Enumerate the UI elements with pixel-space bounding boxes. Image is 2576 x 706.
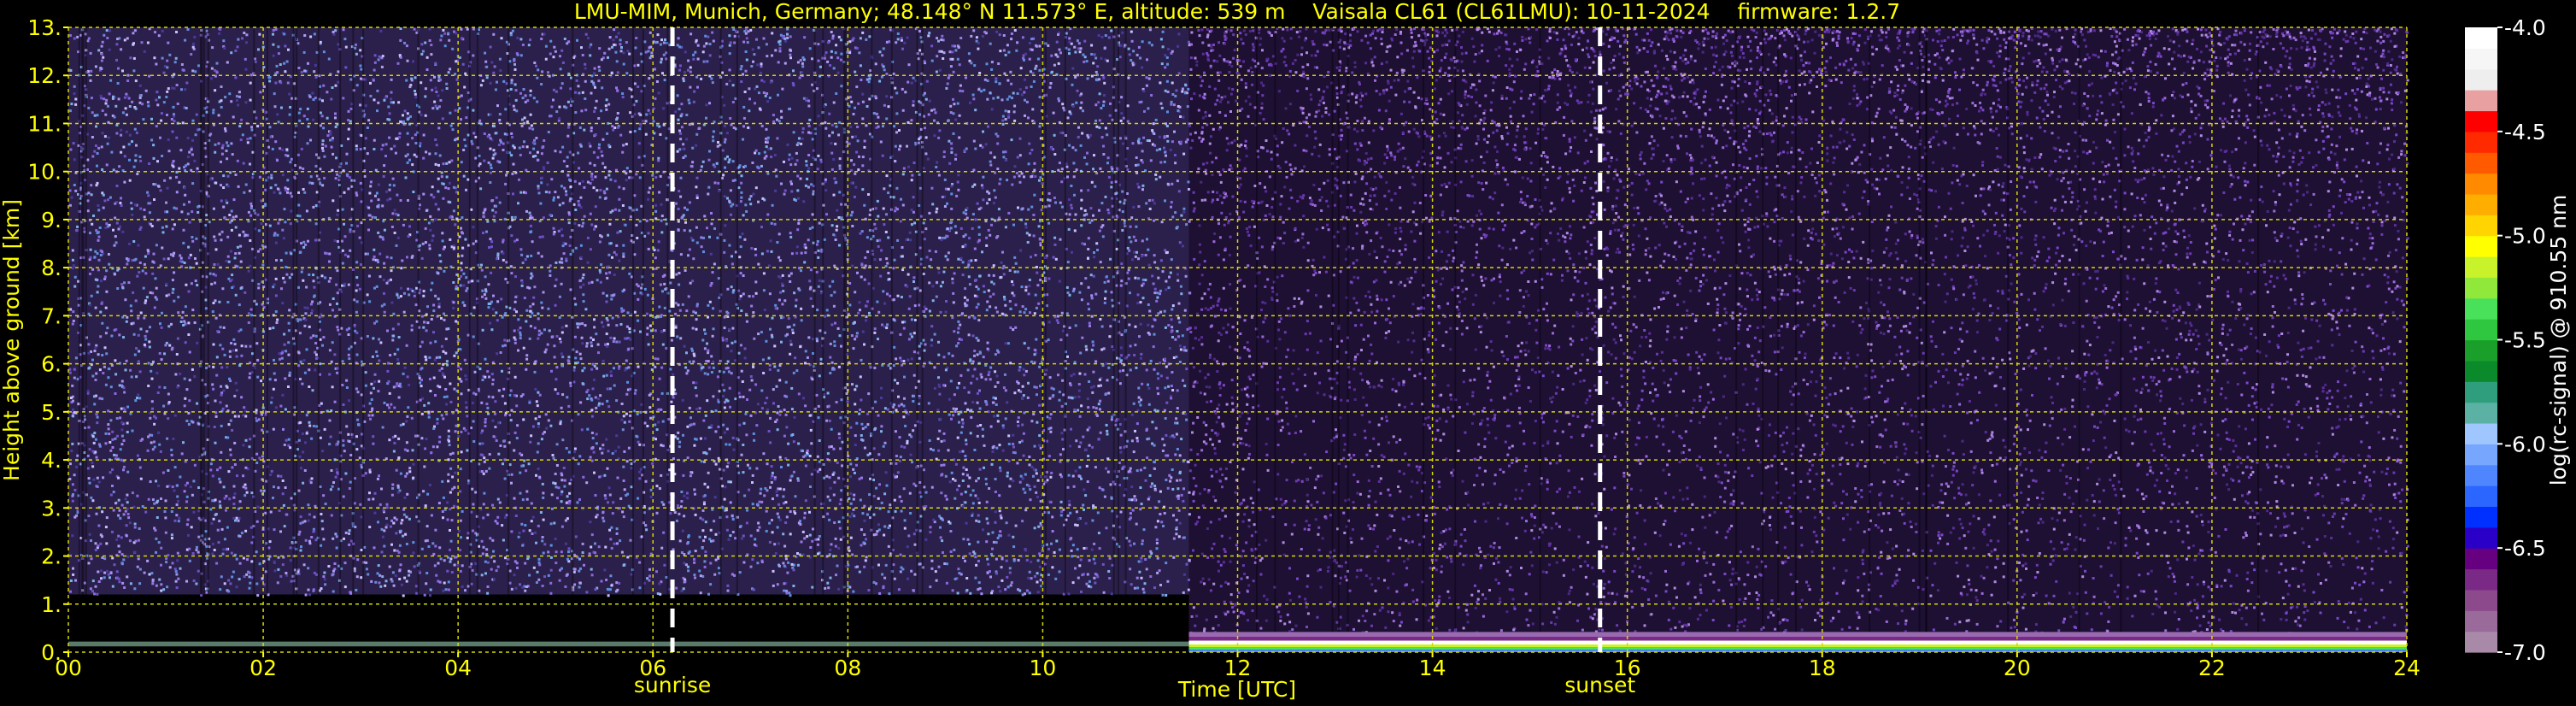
colorbar-segment: [2465, 173, 2497, 195]
colorbar-segment: [2465, 215, 2497, 237]
colorbar-segment: [2465, 48, 2497, 70]
colorbar-segment: [2465, 548, 2497, 570]
y-tick-label: 6.: [41, 352, 62, 377]
layer-stripe: [1188, 644, 2407, 648]
colorbar-segment: [2465, 152, 2497, 174]
colorbar-tick-label: -5.5: [2504, 328, 2546, 353]
y-tick-label: 11.: [27, 111, 62, 136]
colorbar-segment: [2465, 297, 2497, 320]
colorbar-label: log(rc-signal) @ 910.55 nm: [2546, 195, 2571, 486]
y-tick-label: 1.: [41, 592, 62, 617]
y-tick-label: 13.: [27, 15, 62, 40]
y-tick-label: 8.: [41, 256, 62, 280]
chart-title: LMU-MIM, Munich, Germany; 48.148° N 11.5…: [574, 0, 1900, 24]
x-tick-label: 16: [1614, 656, 1641, 680]
colorbar-tick-label: -4.0: [2504, 15, 2546, 40]
colorbar-segment: [2465, 131, 2497, 153]
y-tick-label: 7.: [41, 303, 62, 328]
y-tick-label: 5.: [41, 400, 62, 425]
layer-stripe: [1188, 640, 2407, 645]
colorbar-tick-label: -6.0: [2504, 432, 2546, 456]
colorbar-segment: [2465, 360, 2497, 382]
colorbar-tick-label: -5.0: [2504, 224, 2546, 249]
colorbar-segment: [2465, 90, 2497, 112]
x-tick-label: 10: [1030, 656, 1057, 680]
y-tick-label: 12.: [27, 63, 62, 88]
y-tick-label: 3.: [41, 496, 62, 521]
colorbar-segment: [2465, 277, 2497, 299]
colorbar-segment: [2465, 339, 2497, 362]
colorbar-tick-label: -6.5: [2504, 536, 2546, 561]
y-tick-label: 0.: [41, 640, 62, 665]
colorbar-segment: [2465, 444, 2497, 466]
colorbar: -4.0 -4.5 -5.0 -5.5 -6.0 -6.5 -7.0: [2465, 15, 2546, 665]
x-tick-label: 06: [639, 656, 666, 680]
layer-stripe: [1188, 647, 2407, 650]
x-tick-label: 24: [2393, 656, 2421, 680]
x-tick-label: 02: [249, 656, 277, 680]
colorbar-segment: [2465, 631, 2497, 653]
y-tick-label: 9.: [41, 208, 62, 232]
x-tick-label: 04: [444, 656, 472, 680]
layer-stripe: [1188, 632, 2407, 638]
colorbar-segment: [2465, 589, 2497, 611]
y-axis-label: Height above ground [km]: [0, 199, 24, 481]
y-tick-label: 4.: [41, 448, 62, 473]
ceilometer-chart: LMU-MIM, Munich, Germany; 48.148° N 11.5…: [0, 0, 2571, 702]
colorbar-segment: [2465, 402, 2497, 424]
x-axis-label: Time [UTC]: [1177, 677, 1296, 702]
colorbar-segment: [2465, 422, 2497, 444]
layer-stripe: [1188, 637, 2407, 641]
x-tick-label: 22: [2198, 656, 2226, 680]
x-tick-label: 20: [2004, 656, 2031, 680]
colorbar-segment: [2465, 485, 2497, 508]
x-tick-label: 18: [1809, 656, 1836, 680]
morning-layer: [68, 641, 1189, 647]
y-tick-label: 10.: [27, 160, 62, 185]
colorbar-segment: [2465, 527, 2497, 549]
y-tick-label: 2.: [41, 544, 62, 569]
colorbar-segment: [2465, 235, 2497, 257]
colorbar-segment: [2465, 110, 2497, 132]
backscatter-noise: [68, 27, 2409, 641]
colorbar-segment: [2465, 610, 2497, 632]
x-tick-label: 14: [1419, 656, 1446, 680]
colorbar-segment: [2465, 381, 2497, 403]
x-tick-label: 08: [834, 656, 861, 680]
colorbar-segment: [2465, 464, 2497, 486]
colorbar-segment: [2465, 319, 2497, 341]
colorbar-segment: [2465, 68, 2497, 91]
colorbar-segment: [2465, 256, 2497, 278]
plot-area: sunrise sunset: [67, 26, 2409, 697]
colorbar-segment: [2465, 506, 2497, 528]
y-axis: 0. 1. 2. 3. 4. 5. 6. 7. 8. 9. 10. 11. 12. 13.: [27, 15, 68, 665]
colorbar-tick-label: -4.5: [2504, 120, 2546, 144]
colorbar-segment: [2465, 193, 2497, 215]
colorbar-segment: [2465, 568, 2497, 591]
colorbar-tick-label: -7.0: [2504, 640, 2546, 665]
colorbar-segment: [2465, 27, 2497, 49]
